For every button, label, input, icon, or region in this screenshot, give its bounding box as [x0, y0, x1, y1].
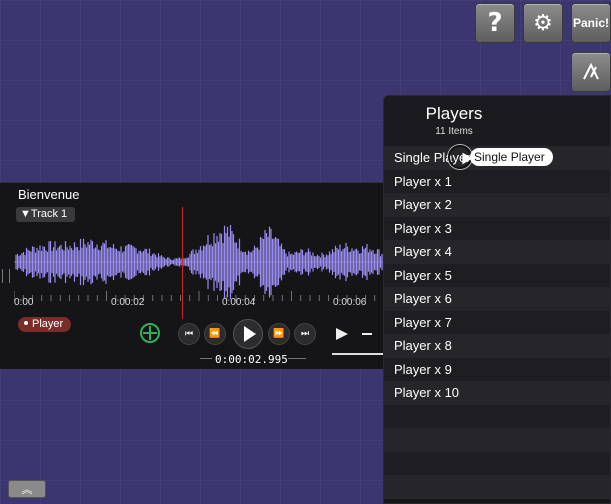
list-item[interactable]: Player x 5 — [384, 263, 610, 287]
empty-row — [384, 475, 610, 499]
settings-button[interactable]: ⚙ — [523, 3, 563, 43]
popup-header: Players 11 Items — [384, 96, 610, 146]
tooltip: Single Player — [470, 148, 553, 166]
dot-icon — [24, 321, 28, 326]
track-tag[interactable]: ▼Track 1 — [16, 207, 76, 222]
resize-handle[interactable] — [2, 269, 10, 283]
fast-forward-icon: ⏩ — [273, 329, 285, 339]
fast-forward-button[interactable]: ⏩ — [268, 323, 290, 345]
play-pause-button[interactable] — [233, 319, 263, 349]
player-tag[interactable]: Player — [18, 317, 72, 332]
skip-back-button[interactable]: ⏮ — [178, 323, 200, 345]
metronome-icon — [583, 62, 599, 80]
output-play-icon[interactable] — [336, 328, 348, 340]
list-item[interactable]: Player x 1 — [384, 169, 610, 193]
timeline-ruler — [14, 291, 384, 301]
list-item[interactable]: Player x 7 — [384, 310, 610, 334]
waveform[interactable] — [14, 225, 384, 299]
scrub-bar-left[interactable] — [200, 358, 212, 359]
volume-slider[interactable] — [332, 353, 384, 355]
time-label: 0:00:06 — [333, 297, 367, 308]
list-item[interactable]: Player x 2 — [384, 193, 610, 217]
list-item[interactable]: Player x 6 — [384, 287, 610, 311]
clip-title: Bienvenue — [18, 187, 80, 202]
volume-minus-icon[interactable] — [362, 333, 372, 335]
time-label: 0:00:04 — [222, 297, 256, 308]
help-button[interactable]: ? — [475, 3, 515, 43]
rewind-icon: ⏪ — [209, 329, 221, 339]
audio-player-panel: Bienvenue ▼Track 1 0:00 0:00:02 0:00:04 … — [0, 182, 384, 369]
popup-title: Players — [425, 104, 483, 123]
time-label: 0:00 — [14, 297, 34, 308]
rewind-button[interactable]: ⏪ — [204, 323, 226, 345]
loop-toggle-button[interactable] — [140, 323, 160, 343]
player-tag-label: Player — [32, 318, 64, 330]
list-item[interactable]: Player x 4 — [384, 240, 610, 264]
scrub-bar-right[interactable] — [288, 358, 306, 359]
players-list: Single Player Player x 1 Player x 2 Play… — [384, 146, 610, 499]
metronome-button[interactable] — [571, 52, 611, 92]
popup-item-count: 11 Items — [435, 126, 473, 137]
list-item[interactable]: Player x 9 — [384, 357, 610, 381]
collapse-button[interactable]: ︽ — [8, 480, 46, 498]
empty-row — [384, 451, 610, 475]
current-time: 0:00:02.995 — [215, 353, 288, 366]
gear-icon: ⚙ — [533, 10, 553, 36]
skip-forward-icon: ⏭ — [300, 329, 310, 339]
empty-row — [384, 404, 610, 428]
skip-back-icon: ⏮ — [184, 329, 194, 339]
panic-button[interactable]: Panic! — [571, 3, 611, 43]
empty-row — [384, 428, 610, 452]
skip-forward-button[interactable]: ⏭ — [294, 323, 316, 345]
time-label: 0:00:02 — [111, 297, 145, 308]
playhead[interactable] — [182, 207, 183, 319]
list-item[interactable]: Player x 3 — [384, 216, 610, 240]
list-item[interactable]: Player x 8 — [384, 334, 610, 358]
chevron-up-icon: ︽ — [21, 483, 33, 496]
list-item[interactable]: Player x 10 — [384, 381, 610, 405]
